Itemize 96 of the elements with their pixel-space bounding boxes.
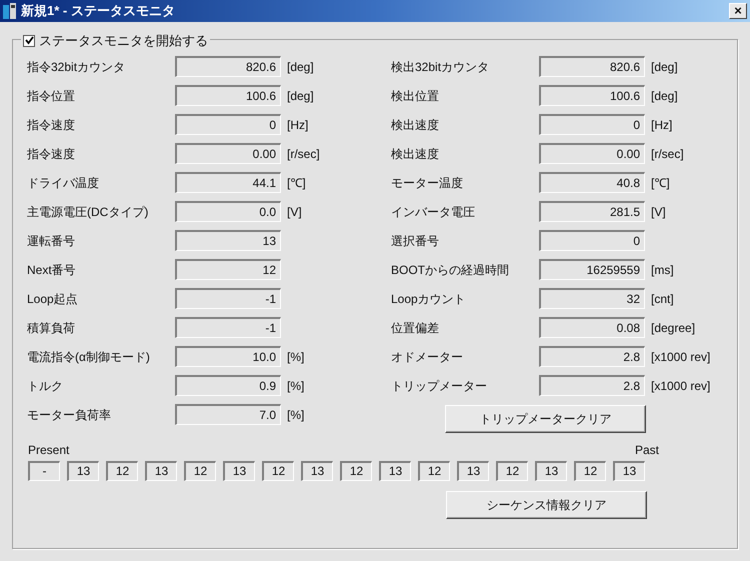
clear-button[interactable]: シーケンス情報クリア [446, 491, 647, 519]
field-label: インバータ電圧 [391, 204, 476, 220]
value-field: 16259559 [539, 259, 645, 280]
unit-label: [Hz] [287, 116, 308, 134]
field-label: モーター温度 [391, 174, 464, 192]
field-label: 位置偏差 [391, 320, 440, 336]
field-label: Loop起点 [27, 290, 79, 308]
field-label: 積算負荷 [27, 320, 76, 336]
field-label: Next番号 [27, 262, 77, 278]
sequence-field: - [28, 461, 60, 481]
value-field: 0.08 [539, 317, 645, 338]
unit-label: [degree] [651, 320, 696, 336]
field-label: 検出位置 [391, 88, 440, 104]
unit-label: [V] [287, 204, 302, 220]
unit-label: [%] [287, 348, 304, 366]
value-field: 2.8 [539, 346, 645, 367]
window-title: 新規1* - ステータスモニタ [21, 2, 175, 20]
field-label: 主電源電圧(DCタイプ) [27, 204, 150, 220]
sequence-field: 13 [67, 461, 99, 481]
value-field: 0.0 [175, 201, 281, 222]
value-field: 281.5 [539, 201, 645, 222]
past-label: Past [634, 442, 659, 459]
checkbox[interactable] [23, 34, 35, 47]
sequence-field: 12 [496, 461, 528, 481]
value-field: 7.0 [175, 404, 281, 425]
field-label: トリップメーター [391, 378, 488, 394]
field-label: モーター負荷率 [27, 406, 112, 424]
sequence-field: 13 [379, 461, 411, 481]
field-label: Loopカウント [391, 290, 467, 308]
field-label: 電流指令(α制御モード) [27, 348, 151, 366]
unit-label: [x1000 rev] [651, 348, 710, 366]
field-label: BOOTからの経過時間 [391, 262, 510, 278]
unit-label: [cnt] [651, 290, 674, 308]
value-field: 44.1 [175, 172, 281, 193]
value-field: 0.00 [175, 143, 281, 164]
check-icon [24, 36, 34, 46]
value-field: 13 [175, 230, 281, 251]
field-label: 指令速度 [27, 116, 76, 134]
sequence-field: 12 [340, 461, 372, 481]
field-label: 指令位置 [27, 88, 76, 104]
value-field: -1 [175, 288, 281, 309]
checkbox-label: ステータスモニタを開始する [39, 32, 208, 50]
app-icon [3, 3, 17, 19]
sequence-field: 12 [184, 461, 216, 481]
unit-label: [℃] [287, 174, 306, 192]
unit-label: [Hz] [651, 116, 672, 134]
unit-label: [%] [287, 378, 304, 394]
field-label: 検出速度 [391, 146, 440, 162]
close-button[interactable]: × [729, 3, 747, 19]
value-field: 0 [539, 114, 645, 135]
value-field: 0 [539, 230, 645, 251]
sequence-field: 13 [457, 461, 489, 481]
value-field: 100.6 [539, 85, 645, 106]
sequence-field: 13 [613, 461, 645, 481]
sequence-field: 13 [535, 461, 567, 481]
value-field: 100.6 [175, 85, 281, 106]
unit-label: [x1000 rev] [651, 378, 710, 394]
value-field: 0.9 [175, 375, 281, 396]
field-label: 運転番号 [27, 232, 76, 250]
sequence-field: 13 [145, 461, 177, 481]
sequence-field: 12 [574, 461, 606, 481]
field-label: オドメーター [391, 348, 464, 366]
unit-label: [deg] [651, 58, 678, 76]
unit-label: [℃] [651, 174, 670, 192]
clear-button[interactable]: トリップメータークリア [445, 405, 646, 433]
unit-label: [deg] [651, 88, 678, 104]
unit-label: [ms] [651, 262, 674, 278]
value-field: 40.8 [539, 172, 645, 193]
field-label: トルク [27, 378, 64, 394]
field-label: ドライバ温度 [27, 174, 100, 192]
value-field: 820.6 [175, 56, 281, 77]
unit-label: [r/sec] [651, 146, 684, 162]
field-label: 指令32bitカウンタ [27, 58, 126, 76]
sequence-field: 12 [418, 461, 450, 481]
value-field: 0 [175, 114, 281, 135]
unit-label: [deg] [287, 58, 314, 76]
value-field: 0.00 [539, 143, 645, 164]
unit-label: [V] [651, 204, 666, 220]
field-label: 選択番号 [391, 232, 440, 250]
value-field: 2.8 [539, 375, 645, 396]
value-field: 12 [175, 259, 281, 280]
value-field: -1 [175, 317, 281, 338]
unit-label: [%] [287, 406, 304, 424]
value-field: 10.0 [175, 346, 281, 367]
unit-label: [deg] [287, 88, 314, 104]
field-label: 検出32bitカウンタ [391, 58, 490, 76]
sequence-field: 13 [301, 461, 333, 481]
sequence-field: 12 [106, 461, 138, 481]
sequence-field: 12 [262, 461, 294, 481]
value-field: 32 [539, 288, 645, 309]
sequence-field: 13 [223, 461, 255, 481]
field-label: 検出速度 [391, 116, 440, 134]
value-field: 820.6 [539, 56, 645, 77]
present-label: Present [28, 442, 70, 459]
field-label: 指令速度 [27, 146, 76, 162]
unit-label: [r/sec] [287, 146, 320, 162]
